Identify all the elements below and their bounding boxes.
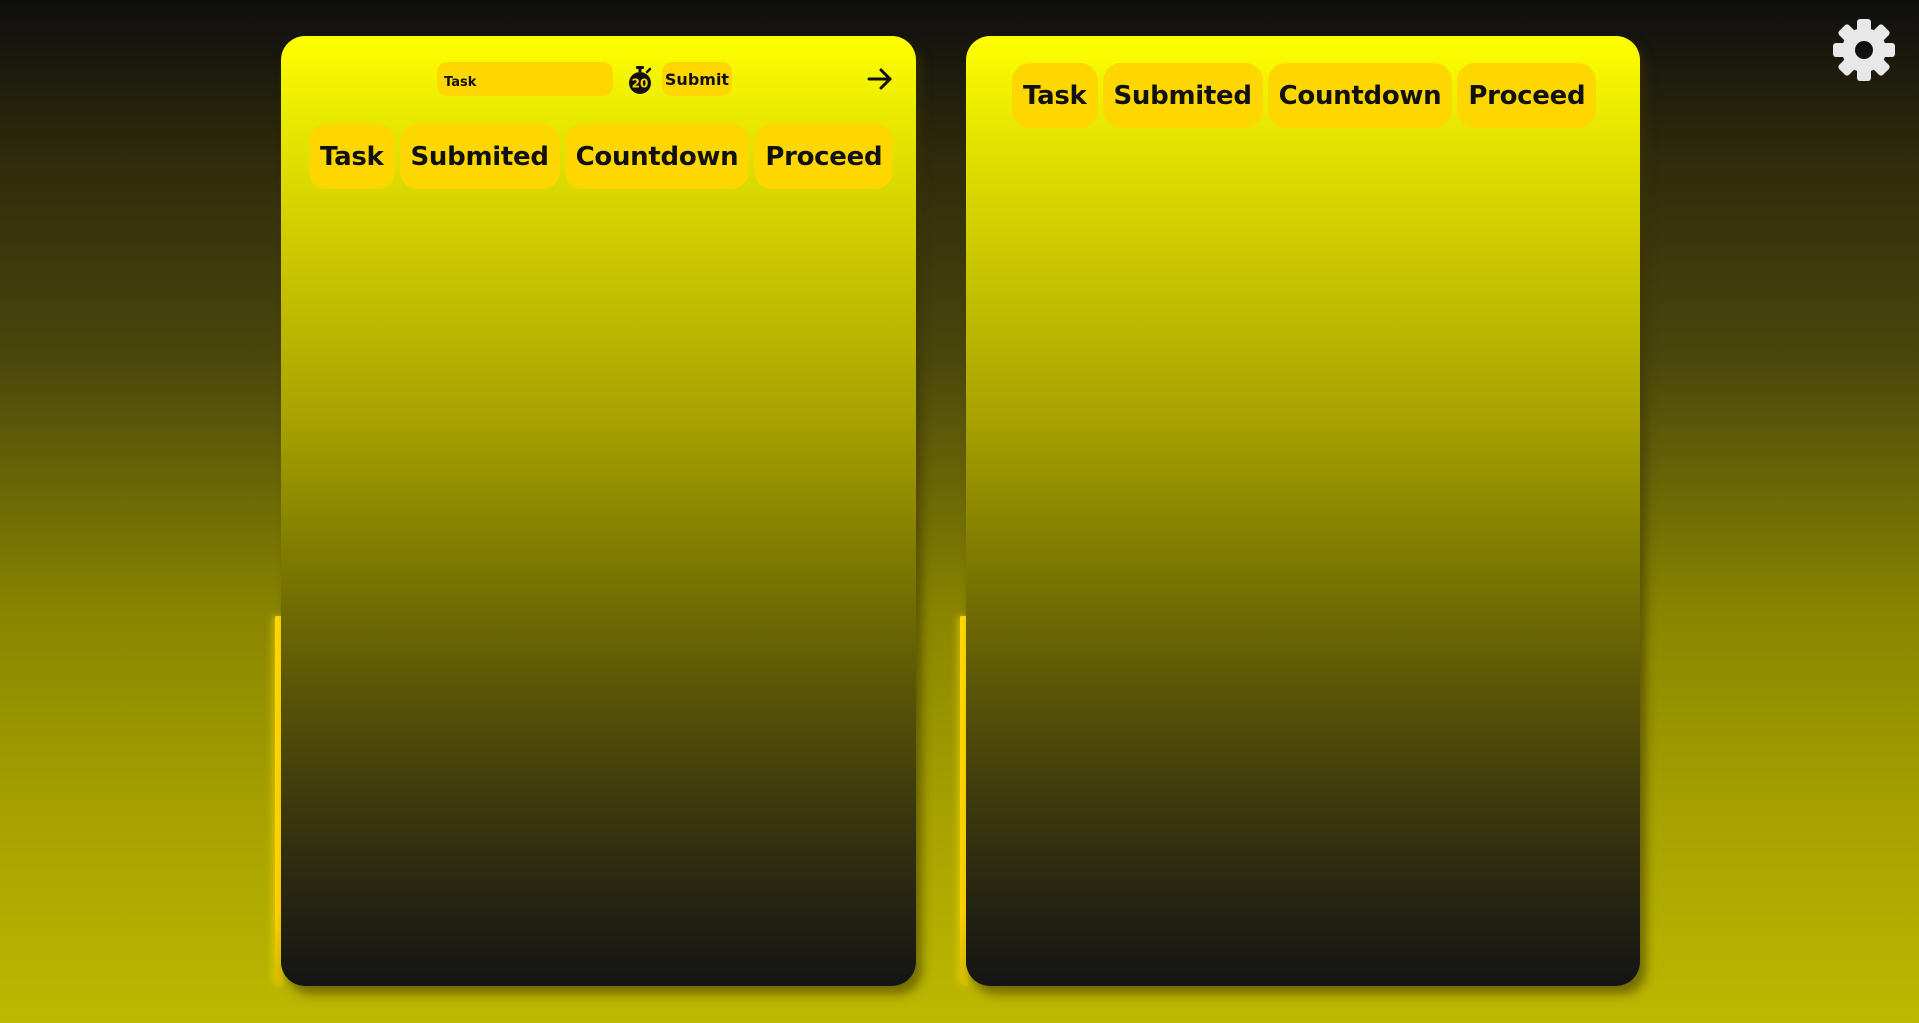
left-tab-bar: Task Submited Countdown Proceed [309,124,894,189]
tab-countdown[interactable]: Countdown [564,124,750,189]
task-toolbar: 20 Submit [281,61,916,97]
left-panel: 20 Submit Task Submited Countdown Procee… [275,36,916,986]
tab-proceed[interactable]: Proceed [1457,63,1597,128]
timer-value: 20 [632,77,649,91]
right-panel: Task Submited Countdown Proceed [960,36,1640,986]
right-tab-bar: Task Submited Countdown Proceed [1012,63,1597,128]
submit-button[interactable]: Submit [662,62,732,96]
tab-task[interactable]: Task [309,124,395,189]
tab-submited[interactable]: Submited [399,124,560,189]
tab-proceed[interactable]: Proceed [754,124,894,189]
arrow-right-icon[interactable] [866,67,894,91]
tab-task[interactable]: Task [1012,63,1098,128]
tab-countdown[interactable]: Countdown [1267,63,1453,128]
task-input[interactable] [437,62,613,96]
gear-icon[interactable] [1832,17,1896,83]
tab-submited[interactable]: Submited [1102,63,1263,128]
stopwatch-icon[interactable]: 20 [626,65,654,95]
